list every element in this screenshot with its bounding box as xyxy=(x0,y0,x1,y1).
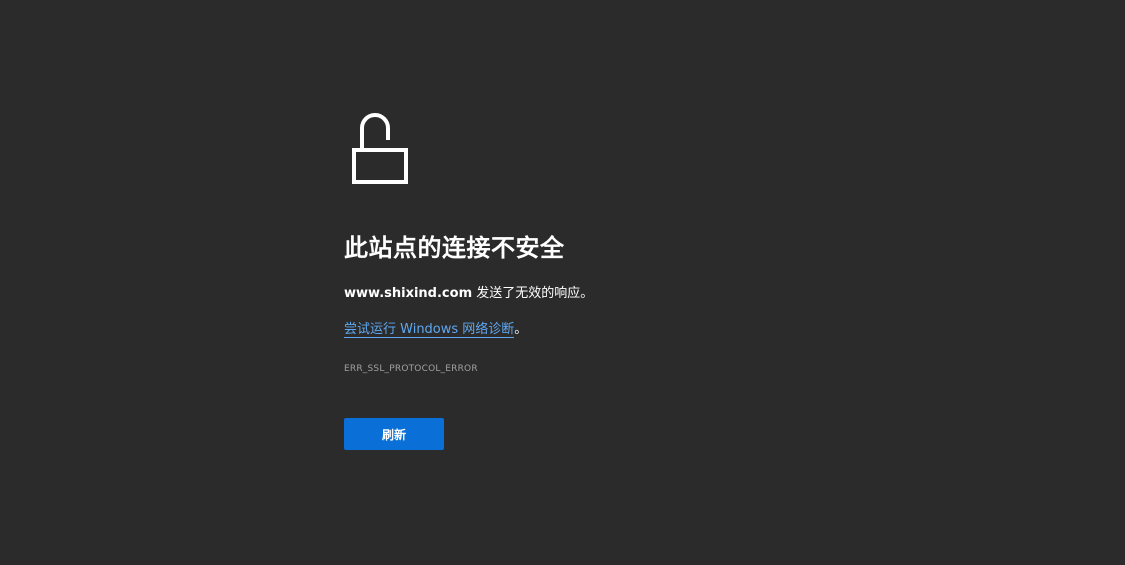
refresh-button[interactable]: 刷新 xyxy=(344,418,444,450)
error-code: ERR_SSL_PROTOCOL_ERROR xyxy=(344,364,478,374)
unlocked-padlock-icon xyxy=(352,113,408,184)
page-title: 此站点的连接不安全 xyxy=(344,234,565,262)
error-message-text: 发送了无效的响应。 xyxy=(472,286,594,301)
network-diagnostics-link[interactable]: 尝试运行 Windows 网络诊断 xyxy=(344,322,515,338)
suggestion-line: 尝试运行 Windows 网络诊断。 xyxy=(344,320,904,340)
error-message: www.shixind.com 发送了无效的响应。 xyxy=(344,284,904,304)
error-page-content: 此站点的连接不安全 www.shixind.com 发送了无效的响应。 尝试运行… xyxy=(344,110,904,450)
suggestion-suffix: 。 xyxy=(514,322,528,337)
site-host: www.shixind.com xyxy=(344,286,473,301)
